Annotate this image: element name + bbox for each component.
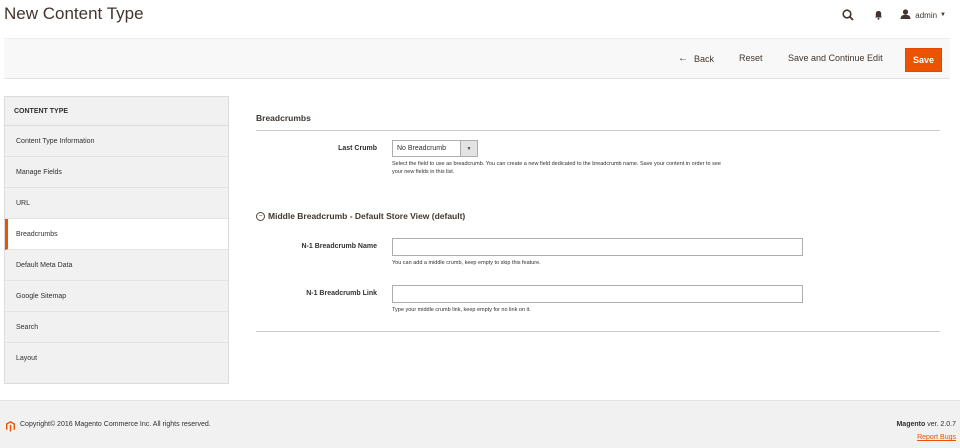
user-name: admin [915,10,938,20]
breadcrumb-link-label: N-1 Breadcrumb Link [306,290,377,297]
page-actions-bar: ← Back Reset Save and Continue Edit Save [4,38,950,79]
sidebar-item-layout[interactable]: Layout [5,343,228,374]
last-crumb-select[interactable]: No Breadcrumb ▼ [392,140,478,157]
last-crumb-note-line-2: your new fields in this list. [392,169,455,175]
section-divider [256,130,940,131]
breadcrumb-link-input[interactable] [392,285,803,303]
collapse-minus-icon: − [256,211,265,221]
last-crumb-note-line-1: Select the field to use as breadcrumb. Y… [392,161,721,167]
version-number: ver. 2.0.7 [925,421,956,428]
sidebar-item-search[interactable]: Search [5,312,228,343]
sidebar-item-google-sitemap[interactable]: Google Sitemap [5,281,228,312]
sidebar-item-url[interactable]: URL [5,188,228,219]
user-menu[interactable]: admin ▼ [900,6,946,24]
fieldset-divider [256,331,940,332]
breadcrumb-link-note: Type your middle crumb link, keep empty … [392,307,531,313]
sidebar-heading: CONTENT TYPE [5,97,228,126]
last-crumb-label: Last Crumb [338,145,377,152]
save-and-continue-button[interactable]: Save and Continue Edit [788,53,883,63]
middle-breadcrumb-toggle[interactable]: − Middle Breadcrumb - Default Store View… [256,211,465,221]
section-title: Breadcrumbs [256,113,311,123]
last-crumb-note: Select the field to use as breadcrumb. Y… [392,160,721,176]
chevron-down-icon: ▼ [940,12,946,18]
user-icon [900,6,911,24]
search-icon[interactable] [836,8,860,22]
footer: Copyright© 2016 Magento Commerce Inc. Al… [0,400,960,448]
sidebar-item-default-meta-data[interactable]: Default Meta Data [5,250,228,281]
brand-name: Magento [896,421,926,428]
bell-icon[interactable] [866,8,890,22]
chevron-down-icon: ▼ [460,141,477,156]
version-text: Magento ver. 2.0.7 [896,421,956,428]
back-button[interactable]: ← Back [678,53,714,64]
last-crumb-select-value: No Breadcrumb [397,145,447,152]
reset-button[interactable]: Reset [739,53,763,63]
middle-breadcrumb-title: Middle Breadcrumb - Default Store View (… [268,211,466,221]
breadcrumb-name-input[interactable] [392,238,803,256]
sidebar-item-content-type-information[interactable]: Content Type Information [5,126,228,157]
sidebar-item-manage-fields[interactable]: Manage Fields [5,157,228,188]
save-button[interactable]: Save [905,48,942,72]
header-actions: admin ▼ [830,6,946,24]
sidebar-tabs: CONTENT TYPE Content Type Information Ma… [4,96,229,384]
breadcrumb-name-label: N-1 Breadcrumb Name [301,243,377,250]
report-bugs-link[interactable]: Report Bugs [917,434,956,441]
arrow-left-icon: ← [678,53,688,64]
page-title: New Content Type [4,4,144,23]
breadcrumb-name-note: You can add a middle crumb, keep empty t… [392,260,541,266]
sidebar-item-breadcrumbs[interactable]: Breadcrumbs [5,219,228,250]
back-button-label: Back [694,53,715,64]
copyright-text: Copyright© 2016 Magento Commerce Inc. Al… [20,421,211,428]
magento-logo-icon [6,419,15,437]
